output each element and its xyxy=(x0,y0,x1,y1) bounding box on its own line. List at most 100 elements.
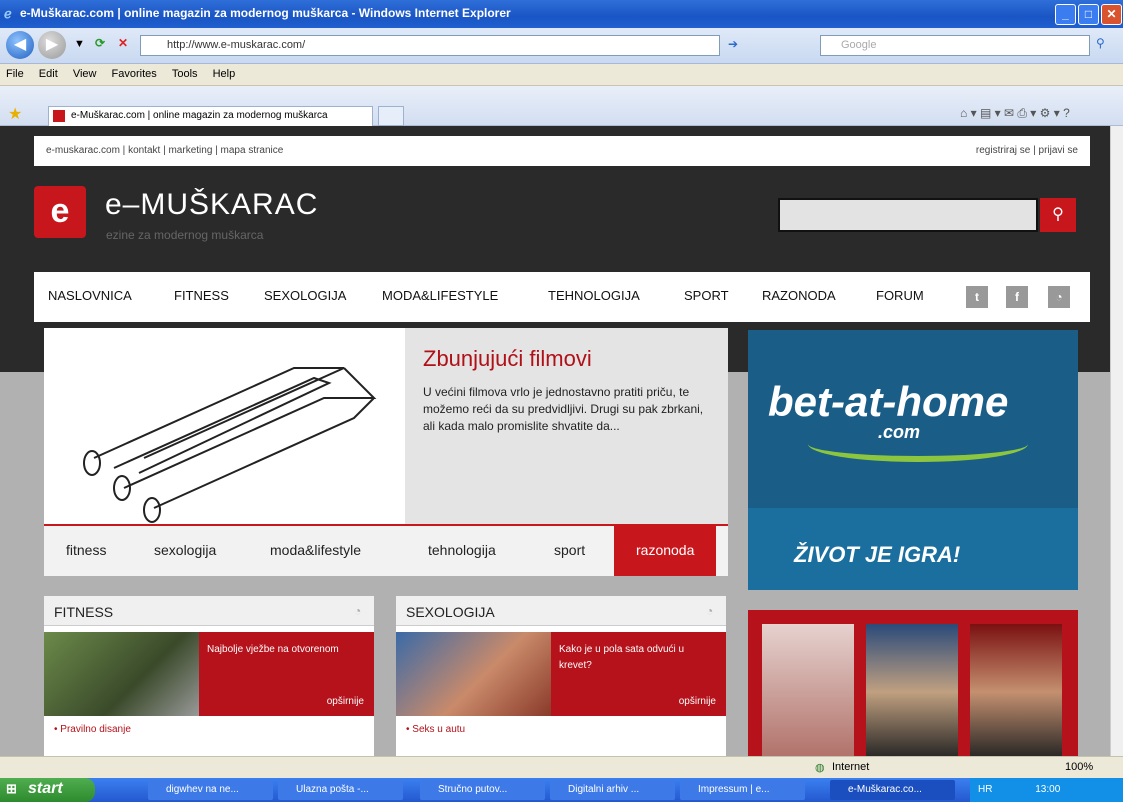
category-tabs: fitness sexologija moda&lifestyle tehnol… xyxy=(44,524,728,576)
register-link[interactable]: registriraj se xyxy=(976,145,1030,156)
menu-edit[interactable]: Edit xyxy=(33,64,64,80)
back-button[interactable]: ◀ xyxy=(6,31,34,59)
stop-icon[interactable]: ✕ xyxy=(118,36,128,50)
tab-sport[interactable]: sport xyxy=(554,542,585,558)
start-label: start xyxy=(28,780,63,797)
nav-naslovnica[interactable]: NASLOVNICA xyxy=(48,288,132,303)
address-value: http://www.e-muskarac.com/ xyxy=(167,39,306,51)
nav-fitness[interactable]: FITNESS xyxy=(174,288,229,303)
zoom-level[interactable]: 100% xyxy=(1065,761,1093,773)
tab-fitness[interactable]: fitness xyxy=(66,542,106,558)
featured-excerpt: U većini filmova vrlo je jednostavno pra… xyxy=(423,385,704,433)
toplink-kontakt[interactable]: kontakt xyxy=(128,145,160,156)
sexologija-headline[interactable]: Kako je u pola sata odvući u krevet? xyxy=(559,644,684,671)
favorites-star-icon[interactable]: ★ xyxy=(8,104,22,124)
rss-icon[interactable]: ◔ xyxy=(1048,286,1070,308)
featured-title[interactable]: Zbunjujući filmovi xyxy=(423,346,728,372)
nav-sport[interactable]: SPORT xyxy=(684,288,729,303)
new-tab-button[interactable] xyxy=(378,106,404,126)
fitness-box: FITNESS ◔ Najbolje vježbe na otvorenom o… xyxy=(44,596,374,756)
fitness-image[interactable] xyxy=(44,632,199,716)
list-item-text[interactable]: Seks u autu xyxy=(412,724,465,735)
minimize-button[interactable]: _ xyxy=(1055,4,1076,25)
close-button[interactable]: ✕ xyxy=(1101,4,1122,25)
featured-text: Zbunjujući filmovi U većini filmova vrlo… xyxy=(405,328,728,524)
tagline: ezine za modernog muškarca xyxy=(106,228,264,242)
nav-tehnologija[interactable]: TEHNOLOGIJA xyxy=(548,288,640,303)
address-toolbar: ◀ ▶ ▼ ⟳ ✕ http://www.e-muskarac.com/ ➔ G… xyxy=(0,28,1123,64)
sexologija-image[interactable] xyxy=(396,632,551,716)
language-indicator[interactable]: HR xyxy=(978,784,992,795)
tab-moda-lifestyle[interactable]: moda&lifestyle xyxy=(270,542,361,558)
tab-razonoda[interactable]: razonoda xyxy=(614,526,717,576)
favicon-icon xyxy=(53,110,65,122)
start-button[interactable]: ⊞ start xyxy=(0,778,95,802)
windows-logo-icon: ⊞ xyxy=(6,781,17,796)
rss-icon[interactable]: ◔ xyxy=(354,604,361,618)
refresh-icon[interactable]: ⟳ xyxy=(95,36,105,50)
rss-icon[interactable]: ◔ xyxy=(706,604,713,618)
read-more-link[interactable]: opširnije xyxy=(327,694,364,710)
tab-bar: ★ e-Muškarac.com | online magazin za mod… xyxy=(0,86,1123,126)
toplink-sitemap[interactable]: mapa stranice xyxy=(221,145,284,156)
menu-favorites[interactable]: Favorites xyxy=(106,64,163,80)
list-item[interactable]: • Pravilno disanje xyxy=(54,724,131,735)
list-item[interactable]: • Seks u autu xyxy=(406,724,465,735)
advert-banner[interactable]: bet-at-home .com ŽIVOT JE IGRA! xyxy=(748,330,1078,590)
search-icon[interactable]: ⚲ xyxy=(1096,36,1105,50)
status-bar: ◍ Internet 100% xyxy=(0,756,1123,778)
nav-forum[interactable]: FORUM xyxy=(876,288,924,303)
globe-icon: ◍ xyxy=(815,762,825,774)
login-link[interactable]: prijavi se xyxy=(1039,145,1078,156)
tab-tehnologija[interactable]: tehnologija xyxy=(428,542,496,558)
nav-moda-lifestyle[interactable]: MODA&LIFESTYLE xyxy=(382,288,498,303)
read-more-link[interactable]: opširnije xyxy=(679,694,716,710)
fitness-teaser[interactable]: Najbolje vježbe na otvorenom opširnije xyxy=(199,632,374,716)
forward-button[interactable]: ▶ xyxy=(38,31,66,59)
go-icon[interactable]: ➔ xyxy=(728,37,738,51)
tab-title: e-Muškarac.com | online magazin za moder… xyxy=(71,110,328,121)
sexologija-teaser[interactable]: Kako je u pola sata odvući u krevet? opš… xyxy=(551,632,726,716)
site-search-input[interactable] xyxy=(778,198,1038,232)
menu-tools[interactable]: Tools xyxy=(166,64,204,80)
toplink-home[interactable]: e-muskarac.com xyxy=(46,145,120,156)
tab-sexologija[interactable]: sexologija xyxy=(154,542,216,558)
window-title: e-Muškarac.com | online magazin za moder… xyxy=(20,6,511,20)
box-title[interactable]: SEXOLOGIJA xyxy=(396,596,726,626)
web-page: e-muskarac.com | kontakt | marketing | m… xyxy=(0,126,1110,756)
task-item-active[interactable]: e-Muškarac.co... xyxy=(830,780,955,800)
task-item[interactable]: Stručno putov... xyxy=(420,780,545,800)
box-title[interactable]: FITNESS xyxy=(44,596,374,626)
address-field[interactable]: http://www.e-muskarac.com/ xyxy=(140,35,720,56)
nav-razonoda[interactable]: RAZONODA xyxy=(762,288,836,303)
task-item[interactable]: Impressum | e... xyxy=(680,780,805,800)
task-item[interactable]: Digitalni arhiv ... xyxy=(550,780,675,800)
clock[interactable]: 13:00 xyxy=(1035,784,1060,795)
twitter-icon[interactable]: t xyxy=(966,286,988,308)
facebook-icon[interactable]: f xyxy=(1006,286,1028,308)
gallery-photo[interactable] xyxy=(762,624,854,756)
list-item-text[interactable]: Pravilno disanje xyxy=(60,724,131,735)
search-input[interactable]: Google xyxy=(820,35,1090,56)
browser-tab[interactable]: e-Muškarac.com | online magazin za moder… xyxy=(48,106,373,126)
gallery-photo[interactable] xyxy=(970,624,1062,756)
fitness-headline[interactable]: Najbolje vježbe na otvorenom xyxy=(207,644,339,655)
nav-sexologija[interactable]: SEXOLOGIJA xyxy=(264,288,346,303)
gallery-photo[interactable] xyxy=(866,624,958,756)
logo-icon[interactable]: e xyxy=(34,186,86,238)
menu-view[interactable]: View xyxy=(67,64,103,80)
vertical-scrollbar[interactable] xyxy=(1110,126,1123,756)
logo-text[interactable]: e–MUŠKARAC xyxy=(105,188,318,222)
task-item[interactable]: Ulazna pošta -... xyxy=(278,780,403,800)
main-navigation: NASLOVNICA FITNESS SEXOLOGIJA MODA&LIFES… xyxy=(34,272,1090,322)
ad-domain: .com xyxy=(878,422,921,442)
home-icon[interactable]: ⌂ ▾ ▤ ▾ ✉ ⎙ ▾ ⚙ ▾ ? xyxy=(960,106,1070,121)
toplink-marketing[interactable]: marketing xyxy=(168,145,212,156)
menu-file[interactable]: File xyxy=(0,64,30,80)
menu-help[interactable]: Help xyxy=(207,64,242,80)
site-search-button[interactable]: ⚲ xyxy=(1040,198,1076,232)
maximize-button[interactable]: □ xyxy=(1078,4,1099,25)
featured-image xyxy=(83,367,377,523)
task-item[interactable]: digwhev na ne... xyxy=(148,780,273,800)
dropdown-icon[interactable]: ▼ xyxy=(74,38,85,50)
